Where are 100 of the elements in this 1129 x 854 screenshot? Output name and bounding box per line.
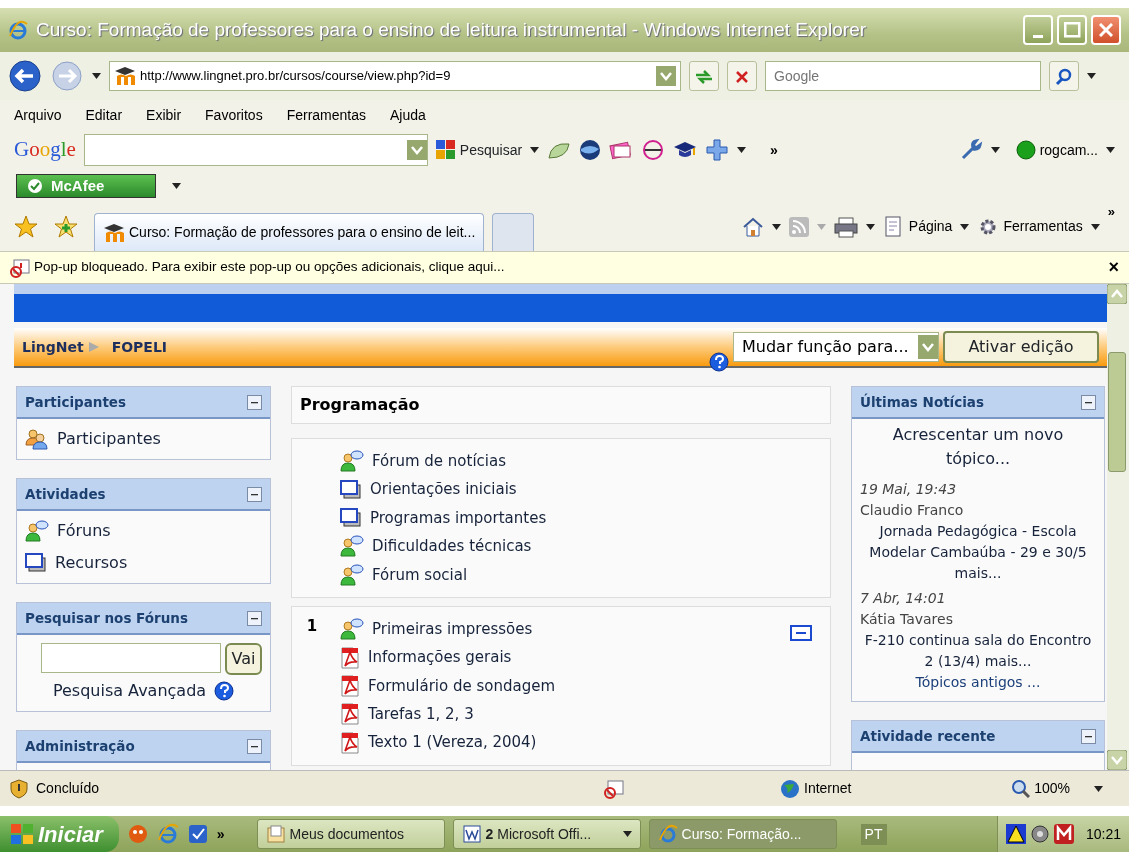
- browser-tab[interactable]: Curso: Formação de professores para o ensino de leit...: [94, 213, 485, 251]
- search-field[interactable]: [41, 643, 222, 673]
- print-icon[interactable]: [833, 215, 858, 238]
- refresh-button[interactable]: [689, 61, 719, 91]
- sidebar-link[interactable]: Recursos: [55, 551, 128, 575]
- collapse-icon[interactable]: [1081, 728, 1096, 744]
- stop-button[interactable]: [727, 61, 757, 91]
- help-icon: [709, 352, 729, 372]
- search-options-caret-icon: [1087, 73, 1096, 79]
- search-button[interactable]: [1049, 61, 1079, 91]
- globe-icon[interactable]: [579, 139, 602, 161]
- outlook-icon[interactable]: [186, 823, 209, 845]
- ie-icon: [657, 824, 678, 844]
- warning-icon[interactable]: [1005, 824, 1026, 844]
- caret-icon: [737, 147, 747, 153]
- command-more-button[interactable]: »: [1107, 202, 1115, 222]
- word-icon: [461, 824, 482, 844]
- add-favorite-icon[interactable]: [54, 214, 78, 239]
- sidebar-link[interactable]: Participantes: [57, 427, 161, 451]
- plus-icon[interactable]: [705, 138, 730, 162]
- star-icon[interactable]: [14, 214, 38, 239]
- post-author: Claudio Franco: [860, 501, 965, 520]
- activity-link[interactable]: Fórum social: [372, 563, 468, 586]
- activity-link[interactable]: Texto 1 (Vereza, 2004): [368, 731, 537, 754]
- menu-item[interactable]: Arquivo: [14, 104, 62, 126]
- zone-text: Internet: [804, 779, 852, 798]
- graduation-cap-icon[interactable]: [673, 140, 698, 160]
- collapse-icon[interactable]: [247, 486, 262, 502]
- forum-icon: [340, 450, 364, 473]
- folder-icon: [265, 824, 286, 844]
- post-date: 19 Mai, 19:43: [860, 480, 958, 499]
- forum-icon: [340, 618, 364, 641]
- taskbar-button[interactable]: 2 Microsoft Offi...: [452, 819, 641, 849]
- menu-item[interactable]: Exibir: [146, 104, 182, 126]
- close-button[interactable]: [1091, 15, 1121, 45]
- menu-item[interactable]: Editar: [85, 104, 123, 126]
- advanced-search-link[interactable]: Pesquisa Avançada: [52, 679, 207, 703]
- scrollbar[interactable]: [1107, 284, 1129, 770]
- back-button[interactable]: [8, 59, 42, 93]
- leaf-icon[interactable]: [547, 140, 572, 160]
- menu-item[interactable]: Ajuda: [390, 104, 426, 126]
- scroll-thumb[interactable]: [1108, 352, 1126, 472]
- dropdown-button[interactable]: [406, 140, 427, 160]
- activity-link[interactable]: Informações gerais: [368, 646, 512, 669]
- activity-link[interactable]: Tarefas 1, 2, 3: [368, 703, 474, 726]
- quick-launch-more-button[interactable]: »: [216, 823, 225, 845]
- ring-icon[interactable]: [641, 139, 666, 161]
- activity-link[interactable]: Primeiras impressões: [372, 617, 533, 641]
- maximize-icon: [1063, 22, 1081, 38]
- menu-item[interactable]: Ferramentas: [286, 104, 366, 126]
- blocked-popup-icon: [10, 257, 30, 278]
- post-link[interactable]: F-210 continua sala do Encontro 2 (13/4) mais...: [860, 630, 1096, 672]
- collapse-icon[interactable]: [1081, 394, 1096, 410]
- add-topic-link[interactable]: Acrescentar um novo tópico...: [860, 419, 1096, 475]
- maximize-button[interactable]: [1057, 15, 1087, 45]
- stop-icon: [735, 69, 749, 84]
- older-topics-link[interactable]: Tópicos antigos ...: [860, 672, 1096, 693]
- home-icon[interactable]: [741, 215, 764, 238]
- cards-icon[interactable]: [609, 140, 634, 160]
- activity-link[interactable]: Formulário de sondagem: [368, 674, 556, 698]
- edit-button[interactable]: Ativar edição: [943, 331, 1099, 363]
- collapse-icon[interactable]: [247, 610, 262, 626]
- search-field[interactable]: Google: [765, 61, 1041, 91]
- speaker-icon[interactable]: [1029, 824, 1050, 844]
- collapse-icon[interactable]: [247, 394, 262, 410]
- refresh-icon: [694, 68, 714, 85]
- page-button[interactable]: Página: [882, 215, 953, 238]
- dropdown-button[interactable]: [656, 66, 676, 86]
- toolbar-more-button[interactable]: »: [770, 139, 778, 161]
- close-button[interactable]: ×: [1108, 254, 1119, 281]
- address-field[interactable]: http://www.lingnet.pro.br/cursos/course/view.php?id=9: [109, 61, 681, 91]
- zoom-button[interactable]: 100%: [1012, 778, 1070, 799]
- sidebar-link[interactable]: Fóruns: [57, 519, 111, 543]
- close-icon: [1099, 23, 1113, 37]
- go-button[interactable]: Vai: [225, 643, 262, 675]
- taskbar-button[interactable]: Meus documentos: [256, 819, 445, 849]
- activity-link[interactable]: Orientações iniciais: [370, 478, 517, 501]
- google-icon: [435, 140, 456, 160]
- activity-link[interactable]: Fórum de notícias: [372, 449, 506, 473]
- tools-button[interactable]: Ferramentas: [977, 215, 1083, 238]
- role-select[interactable]: Mudar função para...: [733, 332, 939, 362]
- breadcrumb-link[interactable]: LingNet: [22, 336, 84, 358]
- account-button[interactable]: rogcam...: [1015, 139, 1098, 161]
- minimize-button[interactable]: [1023, 15, 1053, 45]
- caret-icon: [172, 183, 181, 189]
- breadcrumb-link[interactable]: FOPELI: [111, 336, 168, 358]
- check-icon: [27, 178, 43, 194]
- post-link[interactable]: Jornada Pedagógica - Escola Modelar Cambaúba - 29 e 30/5 mais...: [860, 521, 1096, 584]
- activity-link[interactable]: Programas importantes: [370, 506, 547, 530]
- status-text: Concluído: [36, 779, 101, 798]
- blocked-popup-icon[interactable]: [604, 778, 624, 799]
- activity-link[interactable]: Dificuldades técnicas: [372, 535, 532, 558]
- google-search-field[interactable]: [83, 134, 428, 166]
- language-indicator[interactable]: PT: [860, 823, 887, 845]
- google-search-button[interactable]: Pesquisar: [435, 139, 523, 161]
- menu-item[interactable]: Favoritos: [205, 104, 263, 126]
- collapse-section-icon[interactable]: [790, 625, 812, 642]
- graduation-cap-icon: [114, 66, 136, 86]
- collapse-icon[interactable]: [247, 738, 262, 754]
- info-bar-message[interactable]: Pop-up bloqueado. Para exibir este pop-up ou opções adicionais, clique aqui...: [34, 257, 1105, 278]
